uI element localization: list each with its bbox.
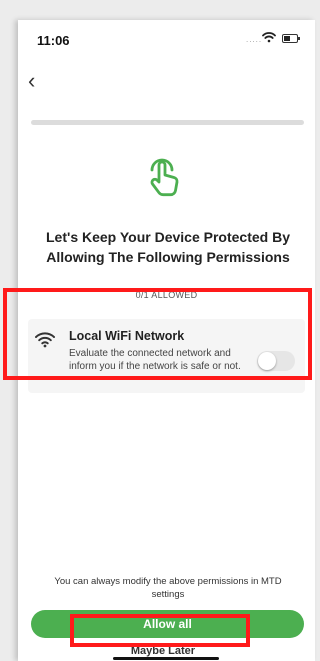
home-indicator: [113, 657, 219, 660]
page-title: Let's Keep Your Device Protected By Allo…: [45, 229, 290, 265]
status-bar: 11:06 .....: [18, 20, 315, 60]
status-time: 11:06: [37, 33, 70, 48]
allowed-count: 0/1 ALLOWED: [135, 290, 198, 300]
battery-icon: [282, 34, 300, 43]
cellular-signal-icon: .....: [246, 35, 263, 44]
settings-note: You can always modify the above permissi…: [54, 576, 282, 600]
permission-title: Local WiFi Network: [69, 329, 185, 343]
allow-all-button[interactable]: Allow all: [31, 610, 304, 638]
wifi-permission-toggle[interactable]: [257, 351, 295, 371]
toggle-knob: [258, 352, 276, 370]
progress-bar: [31, 120, 304, 125]
phone-screen: 11:06 ..... ‹ Let's Keep Your Device Pro…: [18, 20, 315, 661]
wifi-icon: [35, 332, 55, 348]
hand-tap-icon: [150, 158, 179, 197]
permission-item-wifi: Local WiFi Network Evaluate the connecte…: [28, 319, 305, 393]
permission-description: Evaluate the connected network and infor…: [69, 348, 241, 372]
wifi-status-icon: [262, 32, 276, 43]
back-button[interactable]: ‹: [28, 68, 50, 94]
